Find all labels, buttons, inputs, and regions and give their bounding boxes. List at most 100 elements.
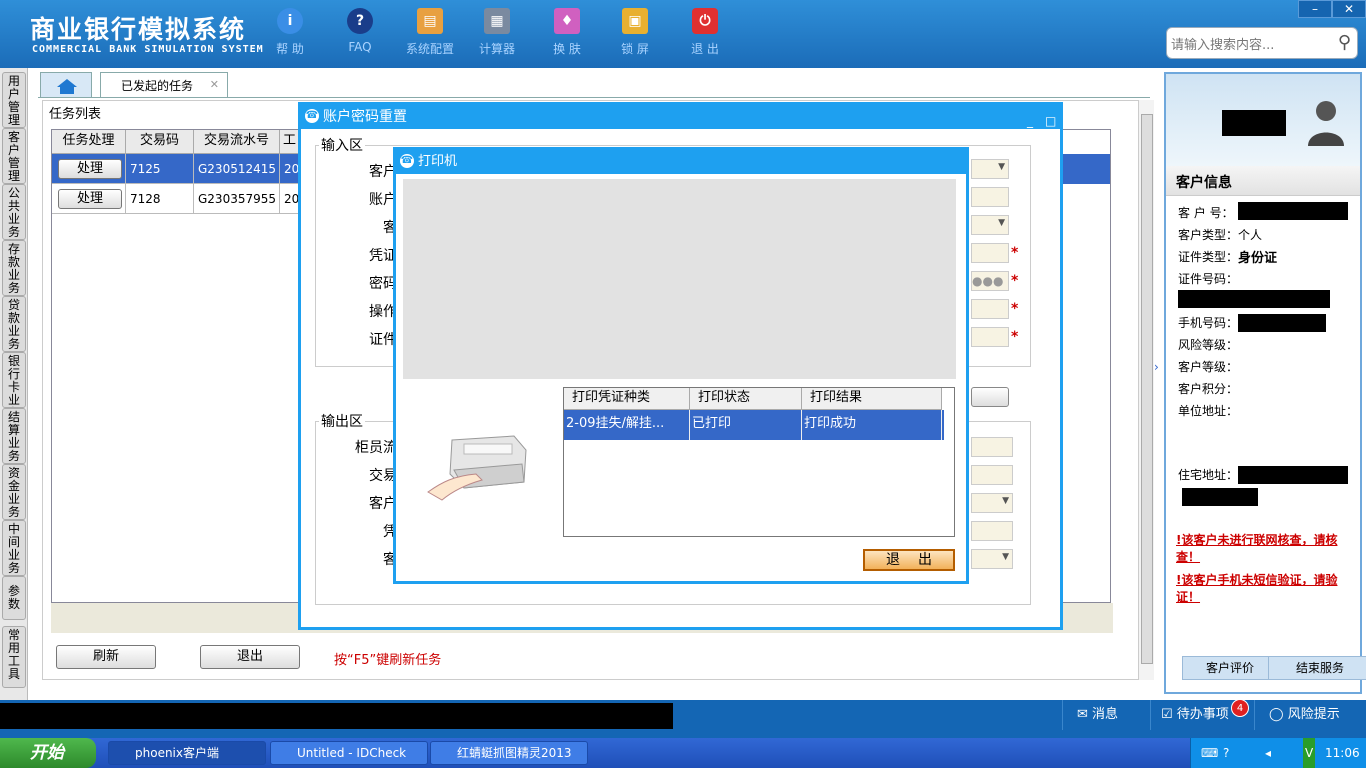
refresh-button[interactable]: 刷新 [56, 645, 156, 669]
action-button[interactable] [971, 387, 1009, 407]
dialog-titlebar[interactable]: ☎ 打印机 [396, 150, 966, 174]
printer-exit-button[interactable]: 退出 [863, 549, 955, 571]
redacted-value [1238, 466, 1348, 484]
help-button[interactable]: i帮 助 [262, 8, 318, 57]
nav-parameters[interactable]: 参数 [2, 576, 26, 620]
left-nav: 用户管理 客户管理 公共业务 存款业务 贷款业务 银行卡业务 结算业务 资金业务… [0, 68, 28, 700]
column-header[interactable]: 交易流水号 [194, 130, 280, 154]
chevron-down-icon: ▼ [998, 162, 1005, 172]
avatar-icon [1308, 101, 1344, 146]
field-label: 交易 [369, 468, 397, 484]
vertical-scrollbar[interactable] [1138, 100, 1154, 680]
messages-button[interactable]: ✉ 消息 [1062, 700, 1150, 730]
customer-evaluate-button[interactable]: 客户评价 [1182, 656, 1278, 680]
scroll-thumb[interactable] [1141, 114, 1153, 664]
account-field[interactable] [971, 187, 1009, 207]
taskbar-item-idcheck[interactable]: Untitled - IDCheck [270, 741, 428, 765]
app-tray-icon[interactable]: V [1303, 738, 1316, 768]
lock-screen-button[interactable]: ▣ 锁 屏 [607, 8, 663, 57]
checkbox-icon: ☑ [1161, 707, 1177, 722]
column-header[interactable]: 打印凭证种类 [564, 388, 690, 410]
operation-field[interactable] [971, 299, 1009, 319]
nav-user-management[interactable]: 用户管理 [2, 72, 26, 128]
output-area-label: 输出区 [319, 411, 365, 431]
column-header[interactable]: 工 [280, 130, 300, 154]
column-header[interactable]: 任务处理 [52, 130, 126, 154]
process-button[interactable]: 处理 [58, 189, 122, 209]
maximize-icon[interactable]: □ [1045, 109, 1056, 133]
field-label: 账户 [369, 192, 397, 208]
field-label: 客 [383, 220, 397, 236]
field-label: 客 [383, 552, 397, 568]
taskbar-item-phoenix[interactable]: phoenix客户端 [108, 741, 266, 765]
table-cell: 7125 [126, 154, 194, 184]
toolbox-icon: ▤ [417, 8, 443, 34]
print-preview [403, 179, 956, 379]
verify-network-warning[interactable]: !该客户未进行联网核查，请核查！ [1176, 532, 1354, 566]
minimize-icon[interactable]: _ [1027, 109, 1033, 133]
end-service-button[interactable]: 结束服务 [1268, 656, 1366, 680]
tab-home[interactable] [40, 72, 92, 98]
nav-card-business[interactable]: 银行卡业务 [2, 352, 26, 408]
exit-button[interactable]: 退出 [200, 645, 300, 669]
close-button[interactable]: ✕ [1332, 0, 1366, 18]
nav-public-business[interactable]: 公共业务 [2, 184, 26, 240]
phone-label: 手机号码： [1178, 316, 1239, 330]
start-button[interactable]: 开始 [0, 738, 96, 768]
nav-loan-business[interactable]: 贷款业务 [2, 296, 26, 352]
table-cell: G230357955 [194, 184, 280, 214]
taskbar-item-screenshot-tool[interactable]: 红蜻蜓抓图精灵2013 [430, 741, 588, 765]
nav-settlement-business[interactable]: 结算业务 [2, 408, 26, 464]
risk-alert-button[interactable]: ◯ 风险提示 [1254, 700, 1366, 730]
id-type-label: 证件类型： [1178, 250, 1239, 264]
nav-deposit-business[interactable]: 存款业务 [2, 240, 26, 296]
column-header[interactable]: 交易码 [126, 130, 194, 154]
field-label: 柜员流 [355, 440, 397, 456]
tab-divider [38, 97, 1150, 98]
field-label: 凭证 [369, 248, 397, 264]
keyboard-icon[interactable]: ⌨ [1201, 738, 1218, 768]
verify-sms-warning[interactable]: !该客户手机未短信验证，请验证！ [1176, 572, 1354, 606]
skin-button[interactable]: ♦ 换 肤 [539, 8, 595, 57]
question-icon: ? [347, 8, 373, 34]
nav-common-tools[interactable]: 常用工具 [2, 626, 26, 688]
dialog-titlebar[interactable]: ☎ 账户密码重置 _ □ [301, 105, 1060, 129]
voucher-field[interactable] [971, 243, 1009, 263]
faq-button[interactable]: ? FAQ [332, 8, 388, 54]
speech-bubble-icon: ◯ [1269, 707, 1288, 722]
network-icon[interactable]: ◂ [1265, 738, 1271, 768]
nav-customer-management[interactable]: 客户管理 [2, 128, 26, 184]
column-header[interactable]: 打印状态 [690, 388, 802, 410]
calculator-button[interactable]: ▦ 计算器 [469, 8, 525, 57]
redacted-status [0, 703, 673, 729]
clock: 11:06 [1325, 746, 1360, 760]
logout-button[interactable]: ⏻ 退 出 [677, 8, 733, 57]
id-field[interactable] [971, 327, 1009, 347]
status-bar: ✉ 消息 ☑ 待办事项 ◯ 风险提示 [0, 700, 1366, 738]
redacted-value [1238, 314, 1326, 332]
help-tray-icon[interactable]: ? [1223, 738, 1229, 768]
collapse-panel-icon[interactable]: › [1154, 360, 1162, 400]
system-config-button[interactable]: ▤ 系统配置 [402, 8, 458, 57]
minimize-button[interactable]: – [1298, 0, 1332, 18]
customer-select[interactable]: ▼ [971, 159, 1009, 179]
redacted-value [1238, 202, 1348, 220]
table-row[interactable]: 2-09挂失/解挂... 已打印 打印成功 [564, 410, 944, 440]
home-icon [57, 79, 77, 94]
password-field[interactable]: ●●● [971, 271, 1009, 291]
table-cell: G230512415 [194, 154, 280, 184]
tab-initiated-tasks[interactable]: 已发起的任务 ✕ [100, 72, 228, 98]
nav-intermediate-business[interactable]: 中间业务 [2, 520, 26, 576]
column-header[interactable]: 打印结果 [802, 388, 942, 410]
nav-fund-business[interactable]: 资金业务 [2, 464, 26, 520]
process-button[interactable]: 处理 [58, 159, 122, 179]
id-no-label: 证件号码： [1178, 272, 1239, 286]
table-cell: 7128 [126, 184, 194, 214]
power-icon: ⏻ [692, 8, 718, 34]
search-input[interactable]: 请输入搜索内容... ⚲ [1166, 27, 1358, 59]
close-tab-icon[interactable]: ✕ [210, 78, 219, 91]
type-select[interactable]: ▼ [971, 215, 1009, 235]
table-cell: 20 [280, 184, 300, 214]
search-icon[interactable]: ⚲ [1338, 32, 1351, 53]
calculator-icon: ▦ [484, 8, 510, 34]
